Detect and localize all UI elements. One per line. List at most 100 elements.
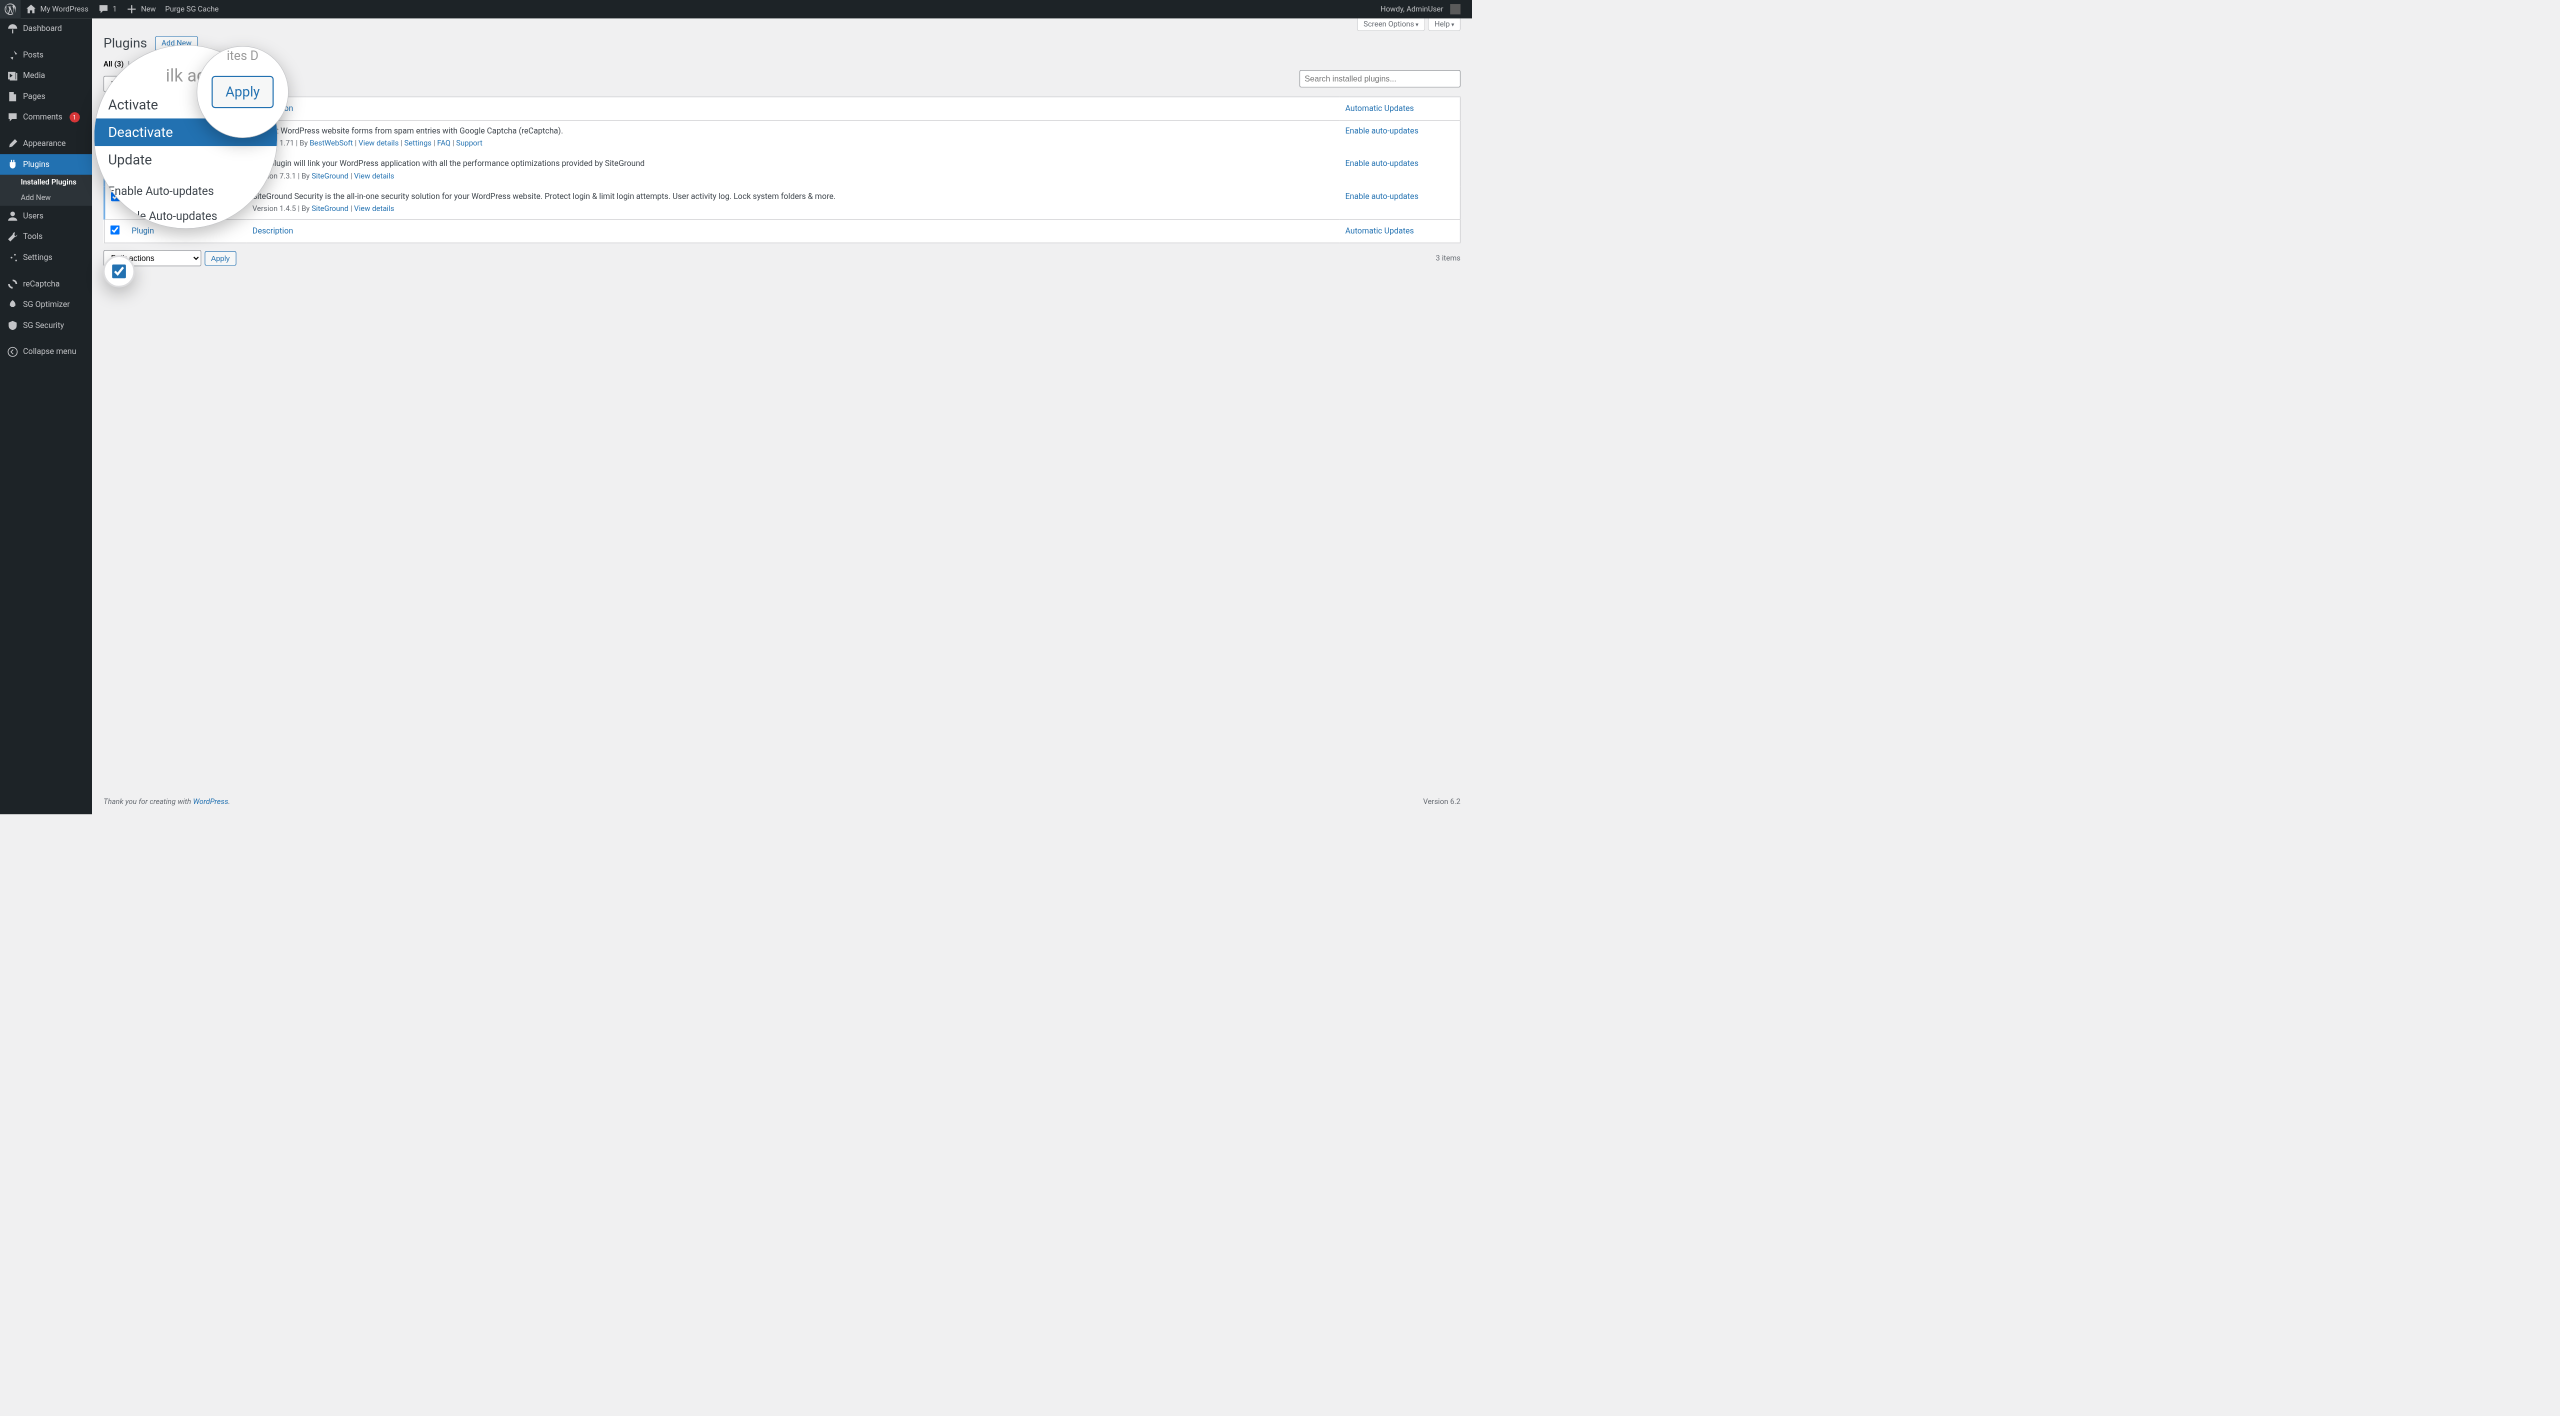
row-checkbox[interactable] [111,192,120,201]
dashboard-icon [7,23,19,35]
menu-dashboard[interactable]: Dashboard [0,18,92,39]
user-icon [7,210,19,222]
comment-icon [7,112,19,124]
site-name-label: My WordPress [40,5,88,14]
comments-count: 1 [113,5,117,14]
plugin-action-link[interactable]: Settings | Deactivate [132,138,200,147]
comment-icon [98,3,110,15]
enable-auto-updates-link[interactable]: Enable auto-updates [1345,159,1418,168]
rocket-icon [7,299,19,311]
filter-active[interactable]: Active (3) [134,60,166,69]
sliders-icon [7,252,19,264]
comments-badge: 1 [69,112,79,122]
menu-posts[interactable]: Posts [0,45,92,66]
col-description[interactable]: Description [247,97,1340,121]
page-title: Plugins [104,36,148,52]
enable-auto-updates-link[interactable]: Enable auto-updates [1345,126,1418,135]
col-plugin-foot[interactable]: Plugin [126,219,247,243]
plugin-name: reCaptcha by BestWebSoft [132,127,241,136]
menu-media[interactable]: Media [0,66,92,87]
wp-logo[interactable] [0,0,21,18]
menu-sg-optimizer[interactable]: SG Optimizer [0,294,92,315]
howdy-label: Howdy, AdminUser [1381,5,1444,14]
items-count-bottom: 3 items [1436,254,1461,263]
admin-bar-comments[interactable]: 1 [93,0,121,18]
admin-sidebar: Dashboard Posts Media Pages Comments1 Ap… [0,18,92,814]
filter-auto-disabled[interactable]: Auto-updates Disabled (3) [176,60,262,69]
menu-comments[interactable]: Comments1 [0,107,92,128]
row-checkbox[interactable] [111,159,120,168]
plugin-meta-link[interactable]: Support [456,139,482,148]
col-description-foot[interactable]: Description [247,219,1340,243]
avatar [1450,4,1460,14]
plug-icon [7,159,19,171]
shield-icon [7,320,19,332]
submenu-installed-plugins[interactable]: Installed Plugins [0,175,92,191]
collapse-icon [7,346,19,358]
wordpress-icon [5,3,17,15]
page-icon [7,91,19,103]
admin-bar-account[interactable]: Howdy, AdminUser [1376,0,1465,18]
collapse-menu[interactable]: Collapse menu [0,342,92,363]
menu-users[interactable]: Users [0,206,92,227]
help-button[interactable]: Help [1428,18,1460,31]
table-row: SiteGround Optimizer Deactivate This plu… [104,154,1460,187]
plugin-action-link[interactable]: Deactivate [132,171,167,180]
plugin-action-link[interactable]: Deactivate [132,204,167,213]
col-auto-updates[interactable]: Automatic Updates [1339,97,1460,121]
bulk-actions-select-top[interactable]: Bulk actions [104,76,202,92]
col-auto-updates-foot[interactable]: Automatic Updates [1339,219,1460,243]
brush-icon [7,138,19,150]
enable-auto-updates-link[interactable]: Enable auto-updates [1345,192,1418,201]
new-label: New [141,5,156,14]
row-checkbox[interactable] [111,127,120,136]
wrench-icon [7,231,19,243]
menu-tools[interactable]: Tools [0,227,92,248]
add-new-plugin-button[interactable]: Add New [155,36,198,50]
plugin-meta-link[interactable]: View details [354,205,394,214]
submenu-add-new[interactable]: Add New [0,190,92,206]
footer-thanks: Thank you for creating with WordPress. [104,798,231,807]
purge-label: Purge SG Cache [165,5,219,14]
apply-button-top[interactable]: Apply [205,77,236,91]
plugin-description: This plugin will link your WordPress app… [252,159,1333,168]
screen-options-button[interactable]: Screen Options [1357,18,1425,31]
footer-wordpress-link[interactable]: WordPress [193,798,228,807]
menu-recaptcha[interactable]: reCaptcha [0,274,92,295]
menu-plugins[interactable]: Plugins [0,154,92,175]
plugin-name: SiteGround Optimizer [132,159,241,168]
plugin-meta-link[interactable]: Settings [404,139,431,148]
plugin-meta-link[interactable]: View details [354,172,394,181]
plugin-meta-link[interactable]: View details [358,139,398,148]
content-area: Screen Options Help Plugins Add New All … [92,18,1472,814]
plugins-table: Plugin Description Automatic Updates reC… [104,97,1461,244]
menu-pages[interactable]: Pages [0,86,92,107]
menu-sg-security[interactable]: SG Security [0,315,92,336]
plugin-meta-link[interactable]: FAQ [437,139,450,148]
plugin-description: Protect WordPress website forms from spa… [252,127,1333,136]
plugin-author-link[interactable]: SiteGround [312,172,349,181]
plugin-author-link[interactable]: SiteGround [312,205,349,214]
plus-icon [126,3,138,15]
bulk-actions-select-bottom[interactable]: Bulk actions [104,250,202,266]
select-all-top[interactable] [110,103,119,112]
menu-appearance[interactable]: Appearance [0,133,92,154]
table-row: reCaptcha by BestWebSoft Settings | Deac… [104,120,1460,153]
search-input[interactable] [1300,70,1461,87]
media-icon [7,70,19,82]
home-icon [25,3,37,15]
admin-bar-site[interactable]: My WordPress [21,0,93,18]
filter-links: All (3) | Active (3) | Auto-updates Disa… [104,60,1461,69]
recaptcha-icon [7,278,19,290]
filter-all[interactable]: All (3) [104,60,124,69]
select-all-bottom[interactable] [110,225,119,234]
col-plugin[interactable]: Plugin [126,97,247,121]
menu-settings[interactable]: Settings [0,247,92,268]
admin-bar-purge[interactable]: Purge SG Cache [161,0,224,18]
plugins-submenu: Installed Plugins Add New [0,175,92,206]
table-row: SiteGround Security Deactivate SiteGroun… [104,186,1460,219]
apply-button-bottom[interactable]: Apply [205,251,236,265]
pin-icon [7,49,19,60]
plugin-author-link[interactable]: BestWebSoft [310,139,353,148]
admin-bar-new[interactable]: New [121,0,160,18]
